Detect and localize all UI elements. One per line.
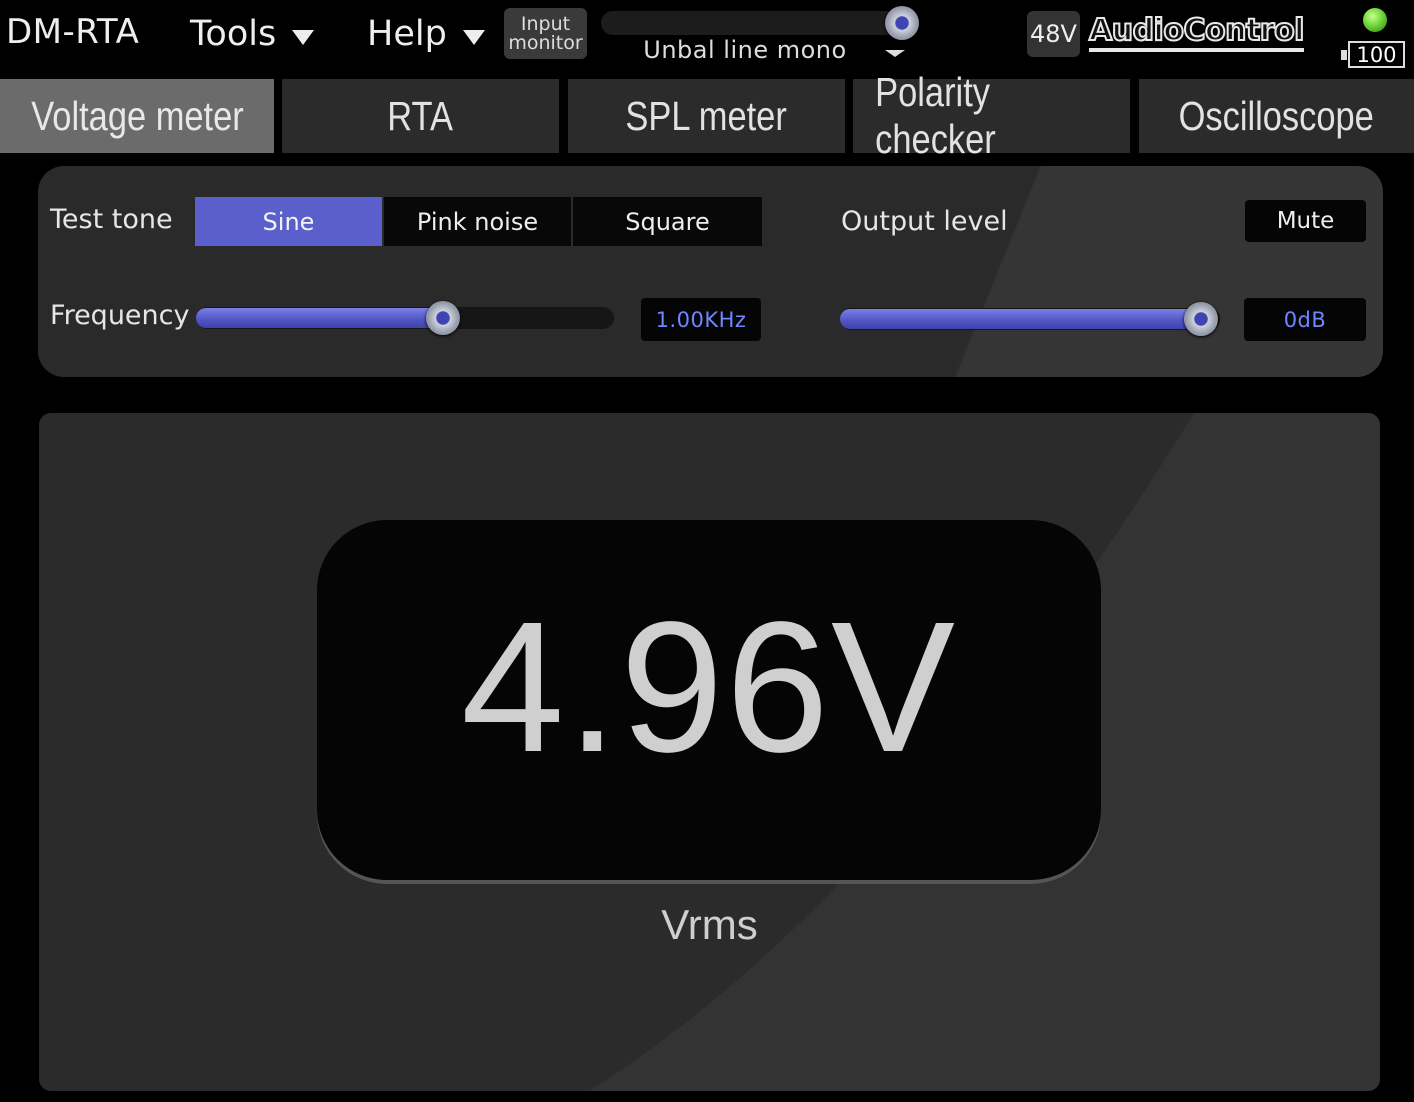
input-level-slider[interactable]	[601, 6, 919, 40]
output-level-slider-knob[interactable]	[1184, 302, 1218, 336]
output-level-slider-fill	[840, 309, 1201, 329]
caret-down-icon	[292, 29, 315, 45]
chevron-down-icon[interactable]	[885, 50, 905, 57]
tone-sine-button[interactable]: Sine	[195, 197, 382, 246]
test-tone-panel: Test tone Sine Pink noise Square Output …	[38, 166, 1383, 377]
input-level-slider-knob[interactable]	[885, 6, 919, 40]
phantom-power-48v-button[interactable]: 48V	[1027, 11, 1080, 57]
tab-voltage-meter[interactable]: Voltage meter	[0, 79, 274, 153]
frequency-slider-knob[interactable]	[426, 301, 460, 335]
voltage-display: 4.96V	[317, 520, 1101, 884]
output-level-slider[interactable]	[840, 302, 1220, 336]
help-menu[interactable]: Help	[367, 14, 485, 54]
tone-pink-noise-button[interactable]: Pink noise	[384, 197, 571, 246]
tab-label: SPL meter	[625, 92, 788, 139]
voltage-reading: 4.96V	[460, 583, 958, 791]
input-source-select[interactable]: Unbal line mono	[600, 36, 890, 70]
tab-rta[interactable]: RTA	[282, 79, 559, 153]
top-bar: DM-RTA Tools Help Input monitor Unbal li…	[0, 0, 1414, 76]
output-level-value[interactable]: 0dB	[1244, 298, 1366, 341]
voltage-meter-panel: 4.96V Vrms	[39, 413, 1380, 1091]
input-monitor-line2: monitor	[508, 31, 583, 54]
tab-label: Polarity checker	[875, 69, 996, 162]
mute-button[interactable]: Mute	[1245, 200, 1366, 242]
tools-menu-label: Tools	[190, 14, 277, 54]
frequency-slider-fill	[196, 308, 443, 328]
frequency-slider[interactable]	[196, 301, 614, 335]
input-monitor-button[interactable]: Input monitor	[504, 8, 587, 59]
tab-label: RTA	[387, 92, 454, 139]
tab-oscilloscope[interactable]: Oscilloscope	[1139, 79, 1414, 153]
input-monitor-line1: Input	[520, 12, 571, 35]
tools-menu[interactable]: Tools	[190, 14, 315, 54]
test-tone-label: Test tone	[50, 204, 173, 235]
help-menu-label: Help	[367, 14, 447, 54]
caret-down-icon	[462, 29, 485, 45]
voltage-unit: Vrms	[661, 901, 758, 948]
battery-indicator: 100	[1341, 41, 1405, 68]
output-level-label: Output level	[841, 206, 1008, 237]
status-led-icon	[1363, 8, 1387, 32]
tab-spl-meter[interactable]: SPL meter	[568, 79, 845, 153]
frequency-value[interactable]: 1.00KHz	[641, 298, 761, 341]
mode-tabs: Voltage meter RTA SPL meter Polarity che…	[0, 69, 1414, 162]
tab-label: Oscilloscope	[1178, 92, 1375, 139]
tone-square-button[interactable]: Square	[573, 197, 762, 246]
tab-label: Voltage meter	[30, 92, 244, 139]
frequency-label: Frequency	[50, 300, 190, 331]
app-title: DM-RTA	[6, 12, 140, 52]
tab-polarity-checker[interactable]: Polarity checker	[853, 69, 1130, 162]
audiocontrol-logo: AudioControl	[1088, 13, 1305, 52]
